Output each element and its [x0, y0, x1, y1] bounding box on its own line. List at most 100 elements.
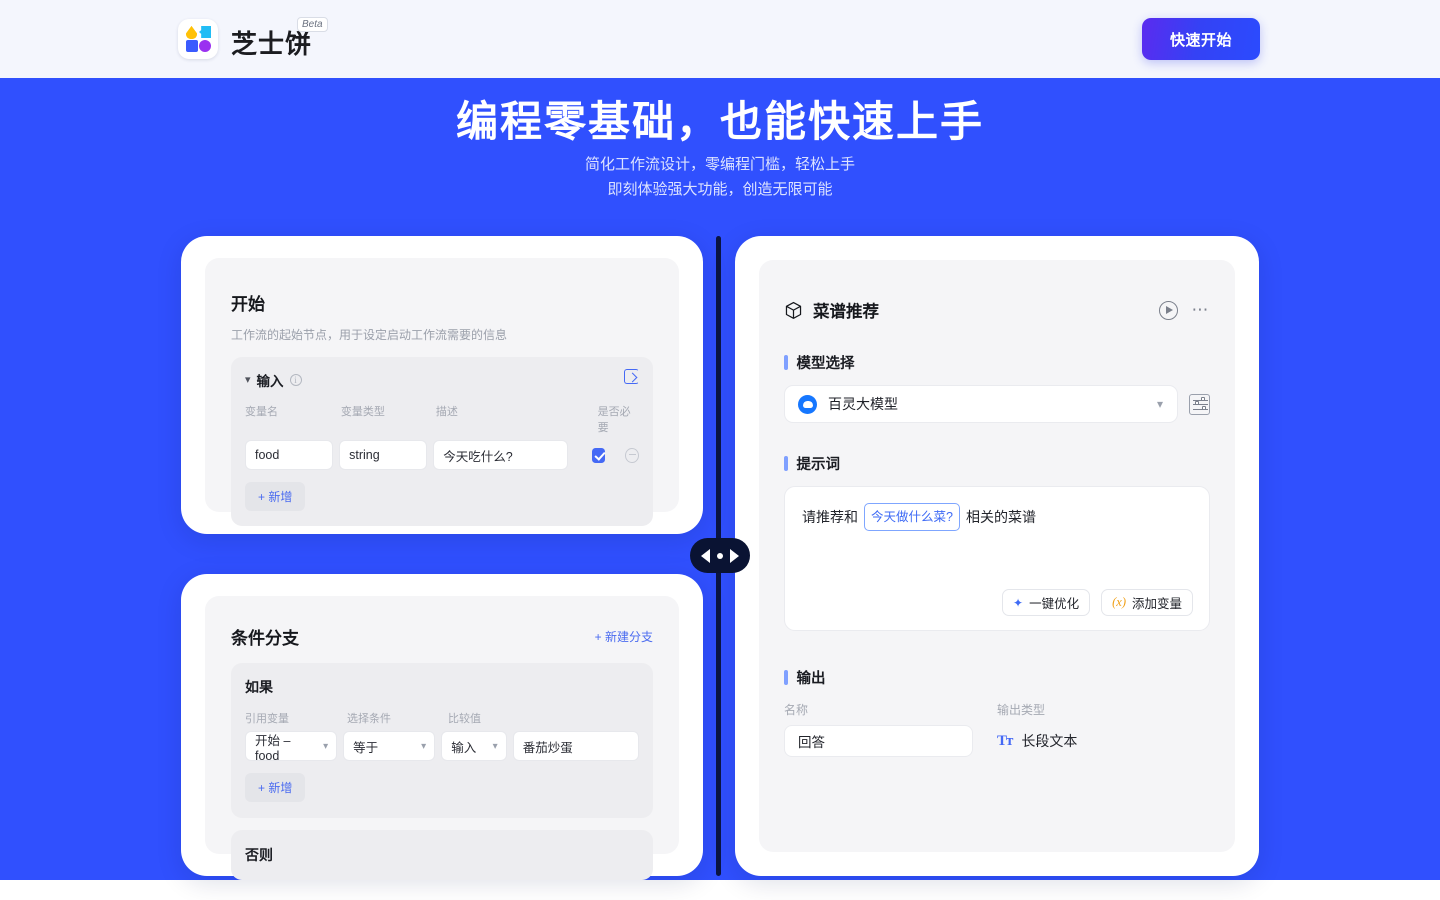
- else-branch-block: 否则: [231, 830, 653, 880]
- condition-node-header: 条件分支 + 新建分支: [231, 624, 653, 649]
- handle-dot-icon: [717, 552, 723, 559]
- chevron-down-icon: ▾: [492, 740, 498, 752]
- condition-node-panel: 条件分支 + 新建分支 如果 引用变量 选择条件 比较值 开始 – food ▾: [205, 596, 679, 880]
- output-section-label: 输出: [784, 667, 1210, 688]
- arrow-right-icon: [730, 548, 739, 563]
- condition-column-headers: 引用变量 选择条件 比较值: [245, 710, 639, 726]
- hero-subtitle: 简化工作流设计，零编程门槛，轻松上手 即刻体验强大功能，创造无限可能: [0, 152, 1440, 202]
- condition-node-card: 条件分支 + 新建分支 如果 引用变量 选择条件 比较值 开始 – food ▾: [181, 574, 703, 880]
- logo-drop-shape: [186, 26, 197, 39]
- column-header-variable-name: 变量名: [245, 406, 278, 418]
- text-type-icon: Tт: [997, 732, 1013, 749]
- chevron-down-icon[interactable]: ▾: [245, 374, 251, 386]
- split-drag-handle[interactable]: [690, 538, 750, 573]
- required-checkbox[interactable]: [591, 447, 606, 463]
- output-section-title: 输出: [796, 671, 826, 687]
- output-name-input[interactable]: 回答: [784, 725, 973, 757]
- prompt-section-label: 提示词: [784, 453, 1210, 474]
- output-type-column: 输出类型 Tт 长段文本: [997, 701, 1210, 757]
- model-settings-icon[interactable]: [1189, 393, 1210, 415]
- prompt-variable-chip[interactable]: 今天做什么菜?: [864, 503, 960, 531]
- start-node-card: 开始 工作流的起始节点，用于设定启动工作流需要的信息 ▾ 输入 i 变量名 变量…: [181, 236, 703, 534]
- section-marker: [784, 670, 788, 685]
- prompt-suffix-text: 相关的菜谱: [965, 509, 1036, 525]
- import-icon[interactable]: [624, 369, 639, 384]
- if-branch-block: 如果 引用变量 选择条件 比较值 开始 – food ▾ 等于 ▾ 输入 ▾ 番…: [231, 663, 653, 818]
- app-logo-icon: [178, 19, 218, 59]
- column-header-compare-value: 比较值: [448, 713, 481, 725]
- start-input-column-headers: 变量名 变量类型 描述 是否必要: [245, 403, 639, 435]
- add-variable-button[interactable]: (x) 添加变量: [1101, 589, 1193, 616]
- logo-circle-shape: [199, 40, 211, 52]
- llm-node-card: 菜谱推荐 ⋯ 模型选择 百灵大模型 ▾ 提示词 请推荐和 今天做什么菜? 相关的…: [735, 236, 1259, 876]
- condition-row: 开始 – food ▾ 等于 ▾ 输入 ▾ 番茄炒蛋: [245, 731, 640, 763]
- optimize-prompt-button[interactable]: ✦ 一键优化: [1002, 589, 1091, 616]
- llm-title-group: 菜谱推荐: [784, 298, 879, 322]
- else-label: 否则: [245, 847, 273, 863]
- prompt-prefix-text: 请推荐和: [802, 509, 858, 525]
- hero-subtitle-line-1: 简化工作流设计，零编程门槛，轻松上手: [584, 156, 855, 173]
- column-header-reference-variable: 引用变量: [245, 713, 289, 725]
- table-row: food string 今天吃什么?: [245, 440, 640, 470]
- model-provider-icon: [798, 394, 817, 414]
- output-name-label: 名称: [784, 703, 809, 717]
- add-condition-button[interactable]: + 新增: [245, 773, 306, 802]
- column-header-variable-type: 变量类型: [340, 406, 385, 418]
- start-input-title: 输入: [256, 374, 284, 389]
- beta-badge: Beta: [297, 17, 328, 32]
- more-options-icon[interactable]: ⋯: [1192, 301, 1211, 318]
- variable-type-input[interactable]: string: [339, 440, 428, 470]
- start-input-section: ▾ 输入 i 变量名 变量类型 描述 是否必要 food string 今天吃什…: [231, 357, 653, 526]
- column-header-required: 是否必要: [597, 406, 631, 434]
- prompt-action-buttons: ✦ 一键优化 (x) 添加变量: [1002, 589, 1193, 616]
- value-type-select[interactable]: 输入 ▾: [441, 731, 507, 761]
- output-type-value: 长段文本: [1021, 733, 1078, 749]
- model-section-title: 模型选择: [796, 356, 855, 372]
- start-node-title: 开始: [231, 295, 265, 314]
- reference-variable-value: 开始 – food: [255, 733, 291, 763]
- output-name-column: 名称 回答: [784, 701, 997, 757]
- model-name-value: 百灵大模型: [828, 396, 898, 412]
- start-node-description: 工作流的起始节点，用于设定启动工作流需要的信息: [231, 328, 508, 342]
- page-title: 编程零基础，也能快速上手: [455, 98, 984, 145]
- info-icon[interactable]: i: [289, 374, 302, 386]
- variable-name-input[interactable]: food: [245, 440, 334, 470]
- model-section-label: 模型选择: [784, 352, 1210, 373]
- top-navigation-bar: 芝士饼 Beta 快速开始: [0, 0, 1440, 78]
- cube-icon: [785, 301, 802, 319]
- optimize-prompt-label: 一键优化: [1029, 597, 1080, 611]
- model-select[interactable]: 百灵大模型 ▾: [784, 385, 1178, 423]
- output-type-label: 输出类型: [997, 703, 1046, 717]
- llm-node-title: 菜谱推荐: [813, 303, 879, 321]
- new-branch-button[interactable]: + 新建分支: [595, 628, 653, 645]
- sparkle-icon: ✦: [1013, 595, 1024, 610]
- llm-node-header: 菜谱推荐 ⋯: [784, 298, 1210, 322]
- value-type-value: 输入: [451, 740, 477, 755]
- logo-square-shape: [186, 40, 198, 52]
- chevron-down-icon: ▾: [323, 740, 329, 752]
- chevron-down-icon: ▾: [421, 740, 427, 752]
- if-label: 如果: [245, 679, 273, 695]
- variable-x-icon: (x): [1112, 595, 1126, 609]
- description-input[interactable]: 今天吃什么?: [433, 440, 568, 470]
- chevron-down-icon: ▾: [1156, 397, 1163, 411]
- model-selector-row: 百灵大模型 ▾: [784, 385, 1210, 423]
- add-input-row-button[interactable]: + 新增: [245, 482, 306, 511]
- llm-node-panel: 菜谱推荐 ⋯ 模型选择 百灵大模型 ▾ 提示词 请推荐和 今天做什么菜? 相关的…: [759, 260, 1235, 852]
- start-input-header[interactable]: ▾ 输入 i: [245, 370, 639, 390]
- prompt-textarea[interactable]: 请推荐和 今天做什么菜? 相关的菜谱 ✦ 一键优化 (x) 添加变量: [784, 486, 1210, 631]
- operator-value: 等于: [353, 740, 379, 755]
- remove-row-icon[interactable]: [625, 447, 640, 463]
- section-marker: [784, 456, 788, 471]
- prompt-content: 请推荐和 今天做什么菜? 相关的菜谱: [802, 503, 1192, 531]
- brand-logo-group[interactable]: 芝士饼 Beta: [178, 17, 328, 59]
- condition-node-title: 条件分支: [231, 629, 299, 648]
- operator-select[interactable]: 等于 ▾: [343, 731, 436, 761]
- play-icon[interactable]: [1158, 300, 1178, 320]
- start-node-panel: 开始 工作流的起始节点，用于设定启动工作流需要的信息 ▾ 输入 i 变量名 变量…: [205, 258, 679, 526]
- quick-start-button[interactable]: 快速开始: [1142, 18, 1260, 60]
- arrow-left-icon: [701, 548, 710, 563]
- reference-variable-select[interactable]: 开始 – food ▾: [245, 731, 338, 763]
- compare-value-input[interactable]: 番茄炒蛋: [512, 731, 640, 761]
- output-fields-grid: 名称 回答 输出类型 Tт 长段文本: [784, 701, 1210, 757]
